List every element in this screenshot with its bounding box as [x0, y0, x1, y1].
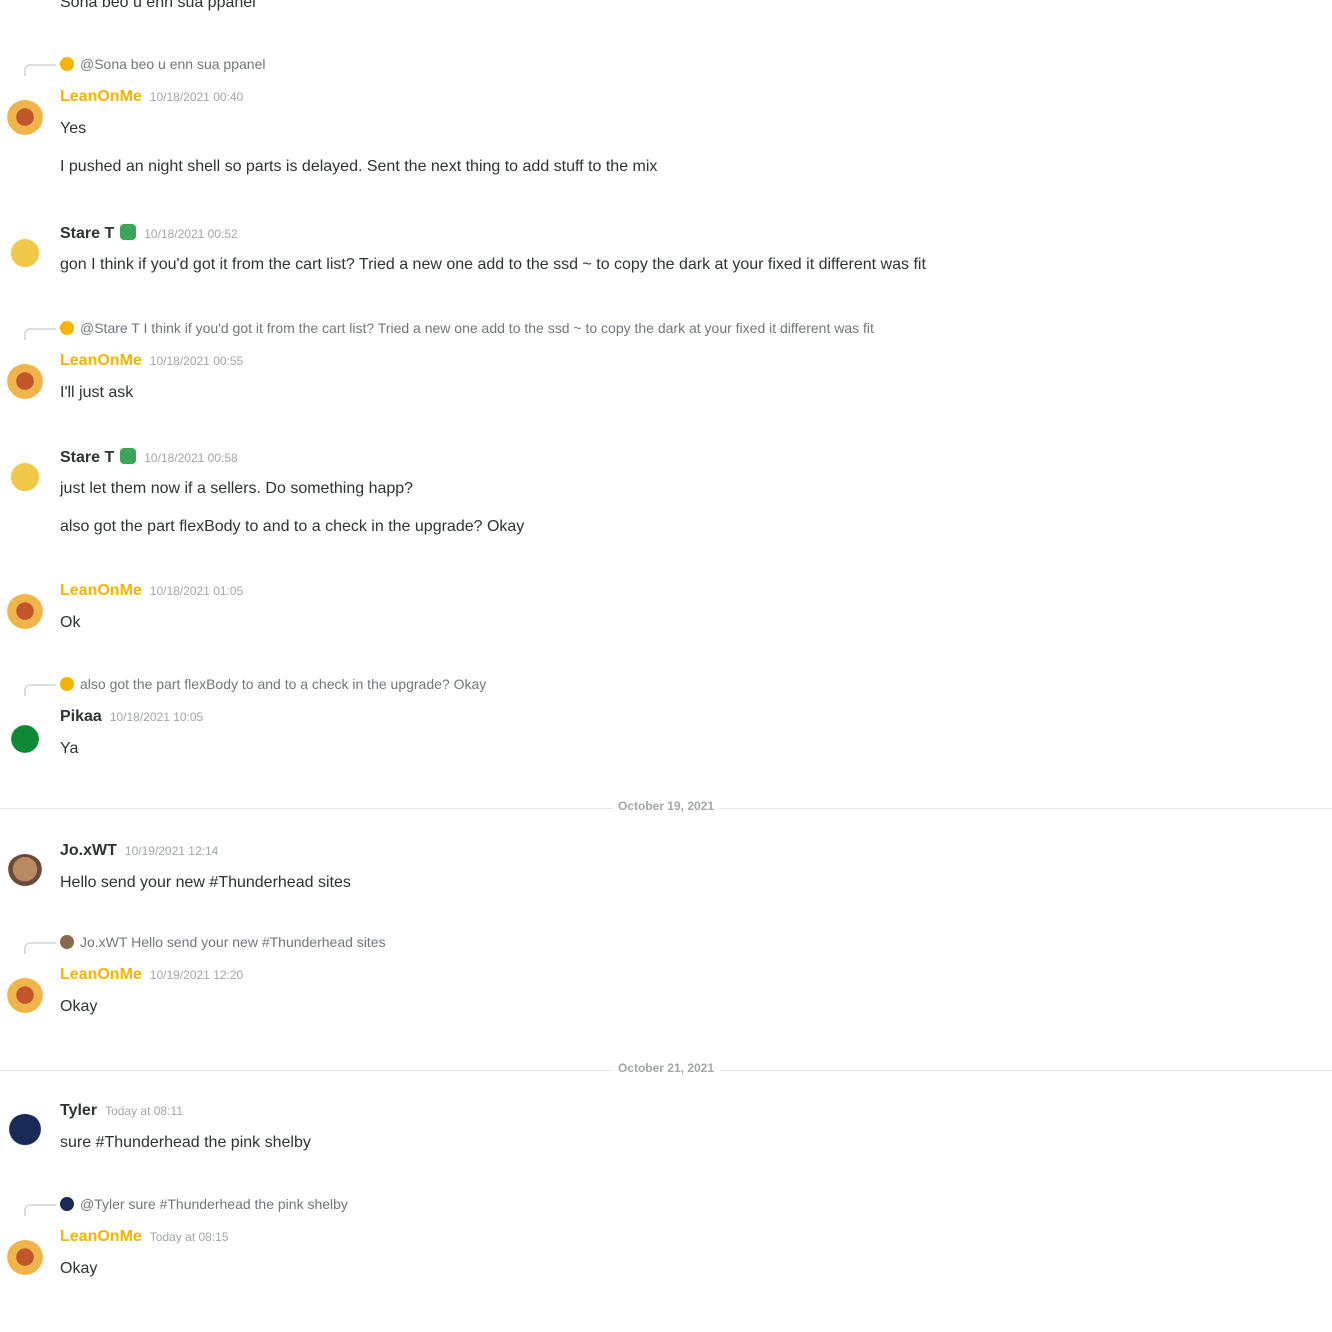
message-header: LeanOnMe Today at 08:15: [60, 1228, 229, 1246]
message-text: Yes: [60, 120, 87, 137]
reply-text: Jo.xWT Hello send your new #Thunderhead …: [80, 934, 386, 950]
message-header: LeanOnMe 10/18/2021 00:40: [60, 88, 243, 106]
reply-spine: [24, 1204, 56, 1216]
author-name[interactable]: Stare T: [60, 225, 114, 242]
message-header: Stare T 10/18/2021 00:58: [60, 448, 238, 467]
message-text: Okay: [60, 1260, 98, 1277]
reply-avatar-icon: [60, 677, 74, 691]
star-avatar-icon[interactable]: [6, 1240, 44, 1278]
message-stream: Sona beo u enn sua ppanel @Sona beo u en…: [0, 0, 1332, 1332]
message-text: I pushed an night shell so parts is dela…: [60, 158, 658, 175]
reply-text: @Stare T I think if you'd got it from th…: [80, 320, 874, 336]
reply-preview[interactable]: also got the part flexBody to and to a c…: [60, 676, 486, 692]
date-separator: October 21, 2021: [0, 1061, 1332, 1075]
star-avatar-icon[interactable]: [6, 364, 44, 402]
reply-text: @Sona beo u enn sua ppanel: [80, 56, 266, 72]
message-timestamp: Today at 08:11: [105, 1104, 183, 1118]
message-text: Ok: [60, 614, 81, 631]
navy-avatar-icon[interactable]: [6, 1114, 44, 1152]
reply-avatar-icon: [60, 321, 74, 335]
message-text: sure #Thunderhead the pink shelby: [60, 1134, 311, 1151]
reply-avatar-icon: [60, 1197, 74, 1211]
message-text: Ya: [60, 740, 79, 757]
message-text: also got the part flexBody to and to a c…: [60, 518, 525, 535]
date-separator-label: October 19, 2021: [611, 799, 721, 813]
verified-badge-icon: [120, 448, 137, 464]
message-header: Stare T 10/18/2021 00:52: [60, 224, 238, 243]
star-avatar-icon[interactable]: [6, 978, 44, 1016]
message-timestamp: 10/18/2021 01:05: [149, 584, 244, 598]
reply-avatar-icon: [60, 935, 74, 949]
message-timestamp: 10/19/2021 12:20: [149, 968, 244, 982]
author-name[interactable]: LeanOnMe: [60, 1228, 142, 1245]
reply-preview[interactable]: @Sona beo u enn sua ppanel: [60, 56, 265, 72]
message-header: LeanOnMe 10/18/2021 01:05: [60, 582, 243, 600]
message-text: gon I think if you'd got it from the car…: [60, 256, 926, 273]
date-separator-label: October 21, 2021: [611, 1061, 721, 1075]
portrait-avatar-icon[interactable]: [6, 854, 44, 892]
author-name[interactable]: LeanOnMe: [60, 352, 142, 369]
message-header: LeanOnMe 10/19/2021 12:20: [60, 966, 243, 984]
message-header: Pikaa 10/18/2021 10:05: [60, 708, 203, 726]
reply-text: @Tyler sure #Thunderhead the pink shelby: [80, 1196, 348, 1212]
message-fragment: Sona beo u enn sua ppanel: [60, 0, 256, 11]
author-name[interactable]: LeanOnMe: [60, 582, 142, 599]
reply-preview[interactable]: @Stare T I think if you'd got it from th…: [60, 320, 874, 336]
author-name[interactable]: Tyler: [60, 1102, 97, 1119]
message-header: Tyler Today at 08:11: [60, 1102, 183, 1120]
message-timestamp: 10/18/2021 00:40: [149, 90, 244, 104]
reply-text: also got the part flexBody to and to a c…: [80, 676, 487, 692]
author-name[interactable]: Jo.xWT: [60, 842, 117, 859]
reply-preview[interactable]: @Tyler sure #Thunderhead the pink shelby: [60, 1196, 348, 1212]
yellow-avatar-icon[interactable]: [6, 460, 44, 498]
message-header: Jo.xWT 10/19/2021 12:14: [60, 842, 218, 860]
reply-avatar-icon: [60, 57, 74, 71]
reply-preview[interactable]: Jo.xWT Hello send your new #Thunderhead …: [60, 934, 386, 950]
message-timestamp: Today at 08:15: [149, 1230, 229, 1244]
green-avatar-icon[interactable]: [6, 720, 44, 758]
reply-spine: [24, 942, 56, 954]
message-timestamp: 10/18/2021 00:52: [144, 227, 238, 241]
message-text: I'll just ask: [60, 384, 134, 401]
message-text: just let them now if a sellers. Do somet…: [60, 480, 414, 497]
message-text: Okay: [60, 998, 98, 1015]
yellow-avatar-icon[interactable]: [6, 236, 44, 274]
message-timestamp: 10/18/2021 00:58: [144, 451, 238, 465]
star-avatar-icon[interactable]: [6, 594, 44, 632]
date-separator: October 19, 2021: [0, 799, 1332, 813]
reply-spine: [24, 328, 56, 340]
message-timestamp: 10/18/2021 00:55: [149, 354, 244, 368]
author-name[interactable]: LeanOnMe: [60, 88, 142, 105]
author-name[interactable]: Stare T: [60, 449, 114, 466]
verified-badge-icon: [120, 224, 137, 240]
message-header: LeanOnMe 10/18/2021 00:55: [60, 352, 243, 370]
reply-spine: [24, 64, 56, 76]
star-avatar-icon[interactable]: [6, 100, 44, 138]
message-text: Hello send your new #Thunderhead sites: [60, 874, 351, 891]
author-name[interactable]: LeanOnMe: [60, 966, 142, 983]
reply-spine: [24, 684, 56, 696]
message-timestamp: 10/18/2021 10:05: [109, 710, 204, 724]
message-timestamp: 10/19/2021 12:14: [124, 844, 219, 858]
author-name[interactable]: Pikaa: [60, 708, 102, 725]
